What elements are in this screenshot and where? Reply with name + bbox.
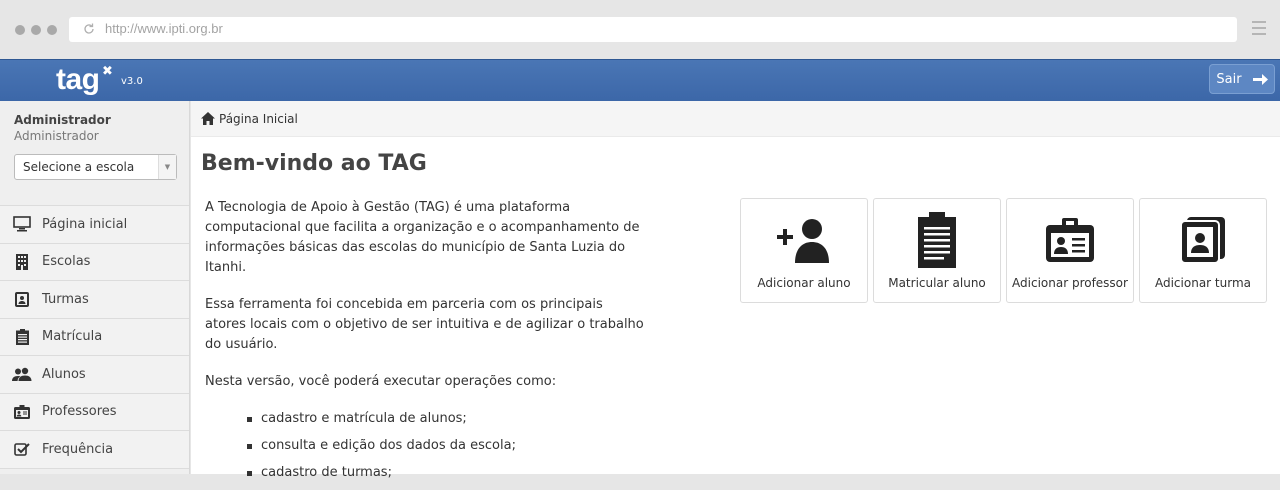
url-text: http://www.ipti.org.br (105, 21, 223, 36)
logout-button[interactable]: Sair (1209, 64, 1275, 94)
user-box: Administrador Administrador Selecione a … (0, 101, 189, 206)
tile-label: Adicionar aluno (757, 276, 851, 290)
app-navbar: tag ✖ v3.0 Sair (0, 59, 1280, 101)
check-square-icon (12, 440, 32, 458)
building-icon (12, 253, 32, 271)
add-class-tile[interactable]: Adicionar turma (1139, 198, 1267, 303)
id-card-icon (12, 403, 32, 421)
sidebar-item-label: Turmas (42, 291, 89, 307)
sidebar-item-teachers[interactable]: Professores (0, 393, 189, 431)
school-select[interactable]: Selecione a escola ▼ (14, 154, 177, 180)
reload-icon[interactable] (82, 22, 96, 36)
user-name: Administrador (14, 113, 111, 127)
list-item: cadastro e matrícula de alunos; (247, 409, 645, 429)
sidebar-item-label: Alunos (42, 366, 86, 382)
operations-list: cadastro e matrícula de alunos; consulta… (247, 409, 645, 483)
sidebar-item-students[interactable]: Alunos (0, 356, 189, 394)
window-dot-minimize[interactable] (31, 25, 41, 35)
sidebar: Administrador Administrador Selecione a … (0, 101, 190, 474)
list-item: cadastro de turmas; (247, 463, 645, 483)
user-role: Administrador (14, 129, 99, 143)
sidebar-item-label: Frequência (42, 441, 114, 457)
tile-label: Adicionar turma (1154, 276, 1251, 290)
users-icon (12, 365, 32, 383)
clipboard-icon (918, 211, 956, 269)
logout-label: Sair (1216, 71, 1242, 87)
contact-book-icon (1181, 211, 1225, 269)
clipboard-icon (12, 328, 32, 346)
welcome-text: A Tecnologia de Apoio à Gestão (TAG) é u… (205, 198, 645, 490)
intro-paragraph: A Tecnologia de Apoio à Gestão (TAG) é u… (205, 200, 640, 275)
sidebar-item-home[interactable]: Página inicial (0, 206, 189, 244)
contact-book-icon (12, 290, 32, 308)
sidebar-item-label: Página inicial (42, 216, 128, 232)
add-teacher-tile[interactable]: Adicionar professor (1006, 198, 1134, 303)
window-controls (15, 25, 57, 35)
browser-toolbar: http://www.ipti.org.br (0, 0, 1280, 59)
app-version: v3.0 (121, 76, 143, 87)
sidebar-item-label: Escolas (42, 254, 91, 270)
school-select-value: Selecione a escola (23, 160, 135, 174)
tile-label: Adicionar professor (1012, 276, 1128, 290)
operations-intro: Nesta versão, você poderá executar opera… (205, 374, 557, 389)
monitor-icon (12, 215, 32, 233)
breadcrumb: Página Inicial (191, 101, 1280, 137)
home-icon[interactable] (201, 112, 215, 125)
address-bar[interactable]: http://www.ipti.org.br (69, 17, 1237, 42)
browser-menu-icon[interactable] (1252, 21, 1266, 35)
partnership-paragraph: Essa ferramenta foi concebida em parceri… (205, 297, 644, 352)
quick-actions: Adicionar aluno Matricular aluno Adicion… (740, 198, 1267, 303)
tile-label: Matricular aluno (888, 276, 986, 290)
add-user-icon (775, 211, 833, 269)
sidebar-item-enrollment[interactable]: Matrícula (0, 318, 189, 356)
main-content: Página Inicial Bem-vindo ao TAG A Tecnol… (191, 101, 1280, 480)
add-student-tile[interactable]: Adicionar aluno (740, 198, 868, 303)
enroll-student-tile[interactable]: Matricular aluno (873, 198, 1001, 303)
sidebar-item-classes[interactable]: Turmas (0, 281, 189, 319)
sidebar-item-label: Professores (42, 404, 117, 420)
breadcrumb-link-home[interactable]: Página Inicial (219, 112, 298, 126)
sidebar-item-attendance[interactable]: Frequência (0, 431, 189, 469)
id-badge-icon (1046, 211, 1094, 269)
sidebar-item-label: Matrícula (42, 329, 103, 345)
chevron-down-icon: ▼ (158, 155, 176, 179)
sidebar-item-schools[interactable]: Escolas (0, 243, 189, 281)
list-item: consulta e edição dos dados da escola; (247, 436, 645, 456)
window-dot-maximize[interactable] (47, 25, 57, 35)
app-logo[interactable]: tag (56, 60, 100, 102)
window-dot-close[interactable] (15, 25, 25, 35)
arrow-right-icon (1252, 73, 1268, 85)
logo-mark-icon: ✖ (102, 64, 113, 79)
page-title: Bem-vindo ao TAG (201, 151, 427, 176)
